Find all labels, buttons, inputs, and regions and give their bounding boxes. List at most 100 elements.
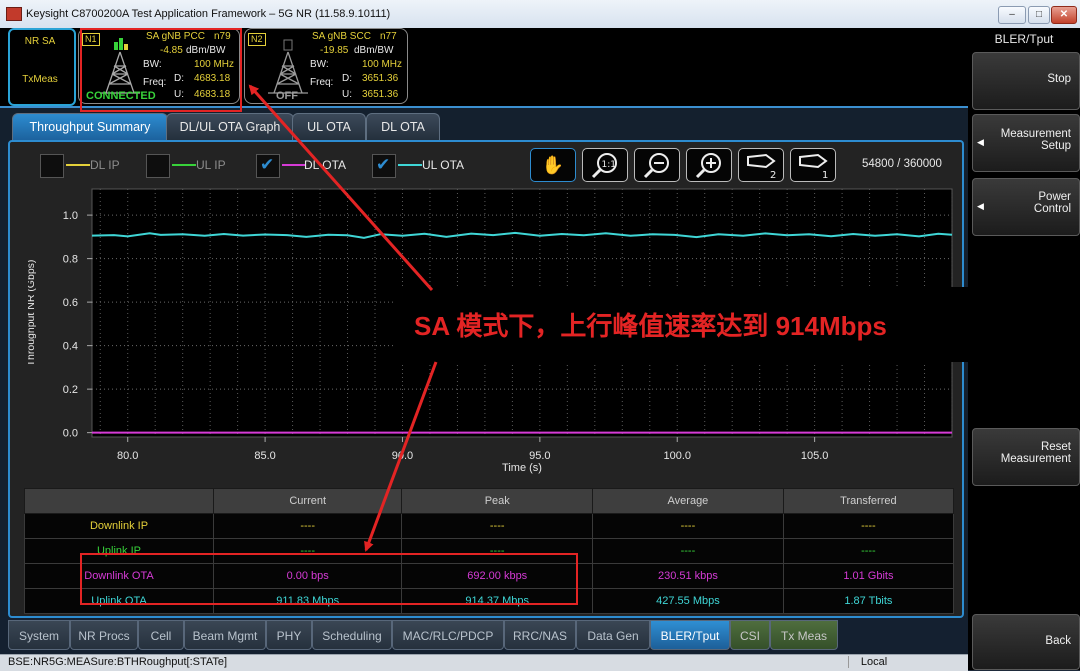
btab-phy[interactable]: PHY [266, 620, 312, 650]
transferred-cell: 1.87 Tbits [782, 588, 955, 614]
ul-ota-legend-line [398, 164, 422, 166]
minimize-button[interactable]: – [998, 6, 1026, 24]
y-tick-label: 0.4 [63, 341, 78, 353]
current-cell: ---- [212, 513, 403, 539]
cell-scc-power: -19.85 [320, 45, 349, 56]
tower-off-icon [268, 39, 308, 94]
svg-text:2: 2 [770, 170, 776, 179]
remote-local-indicator: Local [848, 656, 899, 668]
submenu-arrow-icon: ◀ [977, 137, 984, 147]
table-header-average: Average [592, 488, 784, 514]
mode-txmeas-label: TxMeas [22, 74, 58, 85]
dl-ota-legend-line [282, 164, 306, 166]
zoom-1-1-icon[interactable]: 1:1 [582, 148, 628, 182]
transferred-cell: 1.01 Gbits [782, 563, 955, 589]
dl-ip-legend-label: DL IP [90, 158, 120, 172]
dl-ota-checkbox[interactable] [256, 154, 280, 178]
table-header-blank [24, 488, 214, 514]
cell-scc-power-unit: dBm/BW [354, 45, 394, 56]
table-header-current: Current [212, 488, 403, 514]
zoom-out-icon[interactable] [634, 148, 680, 182]
maximize-button[interactable]: □ [1028, 6, 1050, 24]
window-title: Keysight C8700200A Test Application Fram… [26, 8, 391, 20]
annotation-highlight-cell [80, 28, 242, 112]
dl-ip-checkbox[interactable] [40, 154, 64, 178]
tab-dl-ota[interactable]: DL OTA [366, 113, 440, 140]
softkey-menu-title: BLER/Tput [994, 32, 1054, 46]
dl-ip-legend-line [66, 164, 90, 166]
btab-nr-procs[interactable]: NR Procs [70, 620, 138, 650]
cell-scc-band: n77 [380, 31, 397, 42]
x-tick-label: 100.0 [663, 450, 691, 462]
y-tick-label: 0.6 [63, 297, 78, 309]
x-tick-label: 90.0 [392, 450, 413, 462]
average-cell: ---- [592, 538, 784, 564]
dl-ota-legend-label: DL OTA [304, 158, 347, 172]
btab-beam-mgmt[interactable]: Beam Mgmt [184, 620, 266, 650]
cell-scc-tag: N2 [248, 33, 266, 46]
back-button-label: Back [1045, 635, 1071, 647]
tab-dl-ul-ota-graph[interactable]: DL/UL OTA Graph [166, 113, 294, 140]
sample-counter: 54800 / 360000 [862, 158, 942, 170]
table-header-transferred: Transferred [782, 488, 955, 514]
annotation-text: SA 模式下，上行峰值速率达到 914Mbps [414, 311, 887, 341]
zoom-in-icon[interactable] [686, 148, 732, 182]
x-tick-label: 85.0 [254, 450, 275, 462]
btab-rrc-nas[interactable]: RRC/NAS [504, 620, 576, 650]
power-control-label: Power Control [1033, 191, 1071, 215]
average-cell: 427.55 Mbps [592, 588, 784, 614]
btab-scheduling[interactable]: Scheduling [312, 620, 392, 650]
marker-2-icon[interactable]: 2 [738, 148, 784, 182]
svg-text:1: 1 [822, 170, 828, 179]
btab-bler-tput[interactable]: BLER/Tput [650, 620, 730, 650]
close-button[interactable]: ✕ [1051, 6, 1077, 24]
reset-measurement-button[interactable]: Reset Measurement [972, 428, 1080, 486]
y-tick-label: 0.8 [63, 254, 78, 266]
power-control-button[interactable]: ◀ Power Control [972, 178, 1080, 236]
table-row-downlink-ip: Downlink IP ---- ---- ---- ---- [24, 513, 955, 539]
cell-scc-u-value: 3651.36 [362, 89, 399, 100]
average-cell: 230.51 kbps [592, 563, 784, 589]
cell-scc-name: SA gNB SCC [312, 31, 371, 42]
scpi-command-text: BSE:NR5G:MEASure:BTHRoughput[:STATe] [8, 656, 228, 668]
x-tick-label: 95.0 [529, 450, 550, 462]
tab-ul-ota[interactable]: UL OTA [292, 113, 366, 140]
x-tick-label: 80.0 [117, 450, 138, 462]
row-label: Downlink IP [24, 513, 214, 539]
y-tick-label: 0.0 [63, 428, 78, 440]
annotation-highlight-ota-rows [80, 553, 578, 605]
ul-ota-legend-label: UL OTA [422, 158, 465, 172]
btab-tx-meas[interactable]: Tx Meas [770, 620, 838, 650]
cell-scc-freq-label: Freq: [310, 77, 334, 88]
cell-scc-bw-label: BW: [310, 59, 329, 70]
transferred-cell: ---- [782, 538, 955, 564]
stop-button-label: Stop [1047, 73, 1071, 85]
table-header-row: Current Peak Average Transferred [24, 488, 955, 514]
pan-hand-icon[interactable]: ✋ [530, 148, 576, 182]
cell-scc-u-label: U: [342, 89, 352, 100]
reset-measurement-label: Reset Measurement [1000, 441, 1071, 465]
ul-ota-checkbox[interactable] [372, 154, 396, 178]
btab-system[interactable]: System [8, 620, 70, 650]
y-axis-label: Throughput NR (Gbps) [28, 260, 37, 367]
ul-ip-legend-label: UL IP [196, 158, 226, 172]
marker-1-icon[interactable]: 1 [790, 148, 836, 182]
btab-data-gen[interactable]: Data Gen [576, 620, 650, 650]
peak-cell: ---- [401, 513, 594, 539]
measurement-setup-label: Measurement Setup [1000, 128, 1071, 152]
ul-ip-legend-line [172, 164, 196, 166]
svg-text:1:1: 1:1 [602, 160, 616, 170]
ul-ip-checkbox[interactable] [146, 154, 170, 178]
back-button[interactable]: Back [972, 614, 1080, 670]
cell-scc-d-value: 3651.36 [362, 73, 399, 84]
measurement-setup-button[interactable]: ◀ Measurement Setup [972, 114, 1080, 172]
btab-mac-rlc-pdcp[interactable]: MAC/RLC/PDCP [392, 620, 504, 650]
tab-throughput-summary[interactable]: Throughput Summary [12, 113, 168, 142]
cell-scc-bw-value: 100 MHz [362, 59, 403, 70]
table-header-peak: Peak [401, 488, 594, 514]
btab-cell[interactable]: Cell [138, 620, 184, 650]
y-tick-label: 1.0 [63, 210, 78, 222]
y-tick-label: 0.2 [63, 384, 78, 396]
btab-csi[interactable]: CSI [730, 620, 770, 650]
stop-button[interactable]: Stop [972, 52, 1080, 110]
